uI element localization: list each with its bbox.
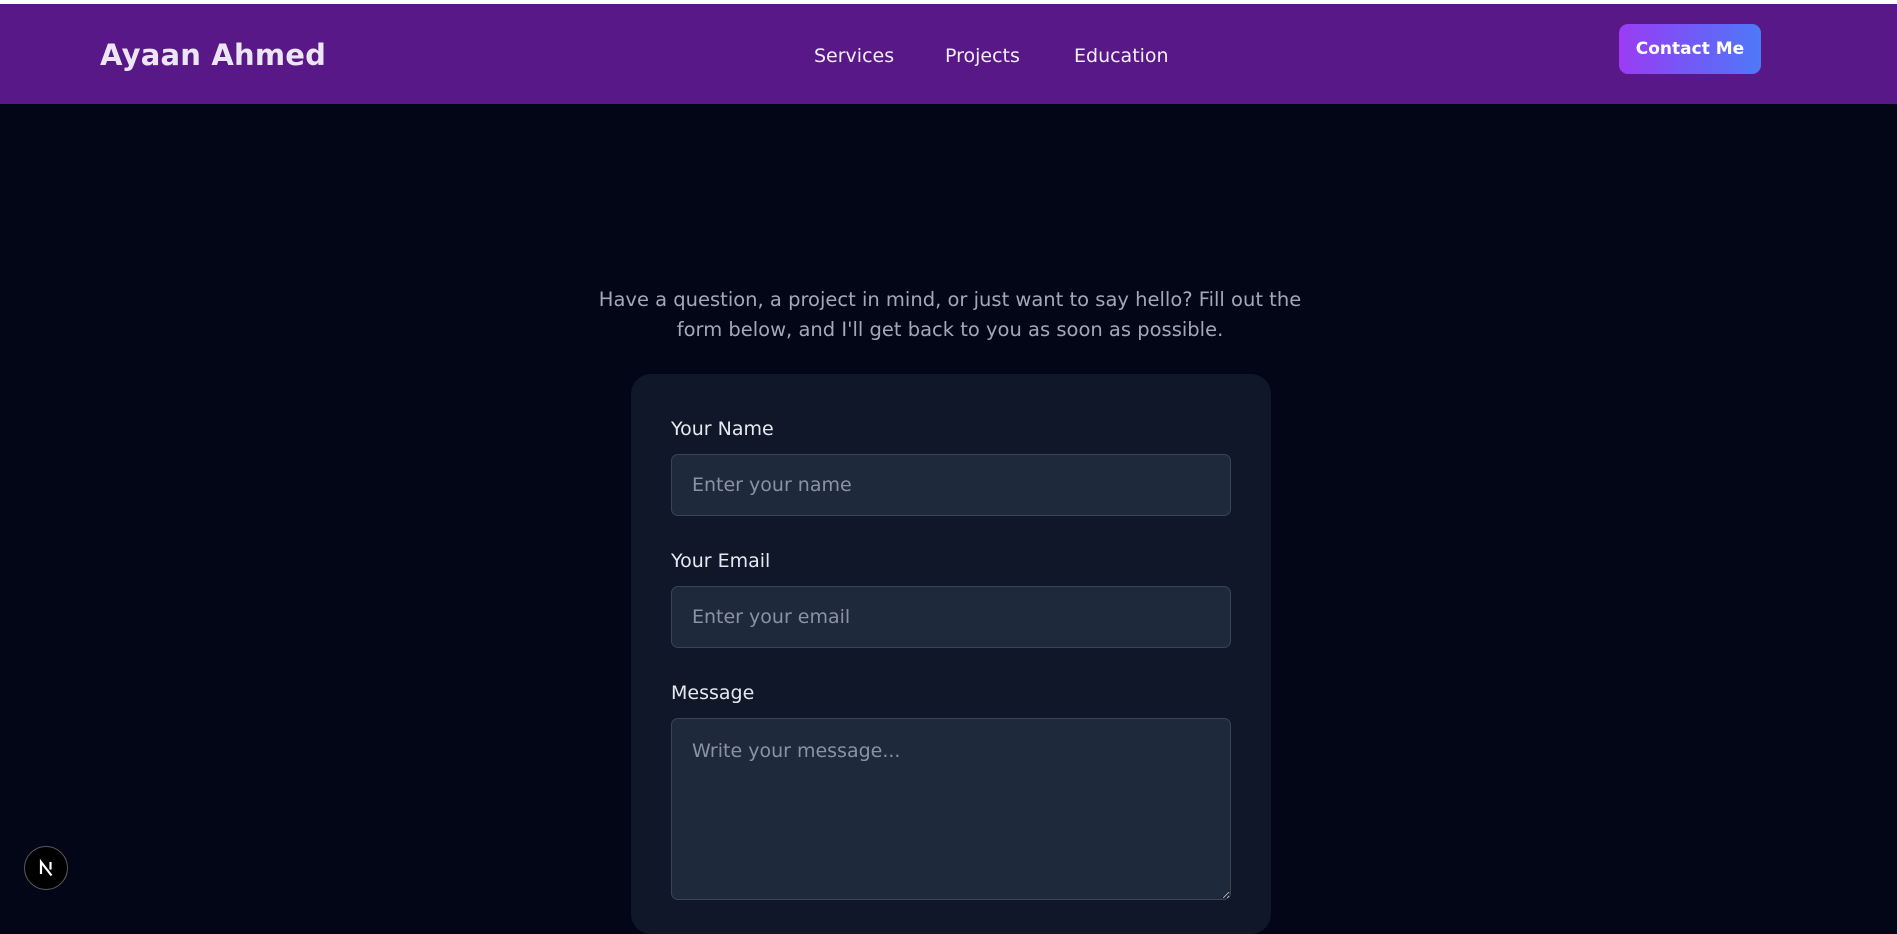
nextjs-logo-icon <box>39 858 53 877</box>
brand-name[interactable]: Ayaan Ahmed <box>100 38 326 72</box>
name-input[interactable] <box>671 454 1231 516</box>
nextjs-dev-badge[interactable] <box>24 846 68 890</box>
message-textarea[interactable] <box>671 718 1231 900</box>
contact-form: Your Name Your Email Message <box>631 374 1271 934</box>
navbar: Ayaan Ahmed Services Projects Education … <box>0 4 1897 104</box>
email-label: Your Email <box>671 550 771 572</box>
nav-link-education[interactable]: Education <box>1074 45 1169 67</box>
name-label: Your Name <box>671 418 774 440</box>
intro-text: Have a question, a project in mind, or j… <box>598 287 1302 341</box>
email-input[interactable] <box>671 586 1231 648</box>
nav-link-services[interactable]: Services <box>814 45 894 67</box>
contact-me-button[interactable]: Contact Me <box>1619 24 1761 74</box>
message-label: Message <box>671 682 755 704</box>
nav-link-projects[interactable]: Projects <box>945 45 1020 67</box>
